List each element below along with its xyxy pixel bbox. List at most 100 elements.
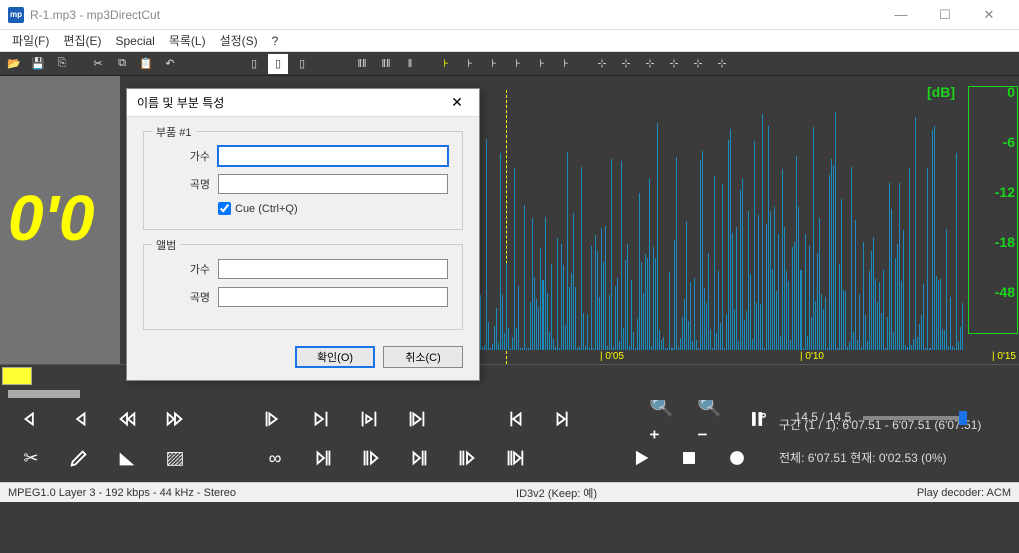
prev-start-button[interactable] [20, 408, 42, 430]
db-tick-1: -6 [995, 134, 1015, 150]
record-button[interactable] [726, 447, 748, 469]
forward-button[interactable] [164, 408, 186, 430]
part-legend: 부품 #1 [152, 124, 196, 140]
menu-file[interactable]: 파일(F) [6, 30, 55, 51]
album-fieldset: 앨범 가수 곡명 [143, 244, 463, 330]
marker2-icon[interactable]: ⊦ [460, 54, 480, 74]
pause-button[interactable] [747, 408, 769, 430]
play-sel1-button[interactable] [312, 447, 334, 469]
toolbar: 📂 💾 ⎘ ✂ ⧉ 📋 ↶ ▯ ▯ ▯ ‖‖ ‖‖ ‖ ⊦ ⊦ ⊦ ⊦ ⊦ ⊦ … [0, 52, 1019, 76]
play-button[interactable] [630, 447, 652, 469]
dialog-close-button[interactable]: ✕ [445, 91, 469, 115]
minimize-button[interactable]: — [879, 0, 923, 30]
gain5-icon[interactable]: ⊹ [688, 54, 708, 74]
ok-button[interactable]: 확인(O) [295, 346, 375, 368]
sel-start-button[interactable] [262, 408, 284, 430]
db-tick-2: -12 [995, 184, 1015, 200]
total-text: 전체: 6'07.51 현재: 0'02.53 (0%) [779, 449, 999, 466]
rewind-button[interactable] [116, 408, 138, 430]
gain3-icon[interactable]: ⊹ [640, 54, 660, 74]
scroll-grip[interactable] [8, 390, 80, 398]
page1-icon[interactable]: ▯ [268, 54, 288, 74]
menu-help[interactable]: ? [266, 32, 285, 50]
time-display: 0'0 [8, 181, 94, 255]
fade-in-button[interactable] [116, 447, 138, 469]
gain2-icon[interactable]: ⊹ [616, 54, 636, 74]
dialog-body: 부품 #1 가수 곡명 Cue (Ctrl+Q) 앨범 가수 곡명 [127, 117, 479, 380]
prev-button[interactable] [68, 408, 90, 430]
sel-end-button[interactable] [406, 408, 428, 430]
fade-out-button[interactable] [164, 447, 186, 469]
page-icon[interactable]: ▯ [244, 54, 264, 74]
marker4-icon[interactable]: ⊦ [508, 54, 528, 74]
save-icon[interactable]: 💾 [28, 54, 48, 74]
open-icon[interactable]: 📂 [4, 54, 24, 74]
status-decoder: Play decoder: ACM [917, 487, 1011, 499]
play-sel3-button[interactable] [408, 447, 430, 469]
wave1-icon[interactable]: ‖‖ [352, 54, 372, 74]
window-title: R-1.mp3 - mp3DirectCut [30, 8, 160, 22]
menu-settings[interactable]: 설정(S) [214, 30, 264, 51]
cut-icon[interactable]: ✂ [88, 54, 108, 74]
part-fieldset: 부품 #1 가수 곡명 Cue (Ctrl+Q) [143, 131, 463, 230]
pause-tb-icon[interactable]: ‖ [400, 54, 420, 74]
album-legend: 앨범 [152, 237, 180, 253]
maximize-button[interactable]: ☐ [923, 0, 967, 30]
marker3-icon[interactable]: ⊦ [484, 54, 504, 74]
db-tick-3: -18 [995, 234, 1015, 250]
stop-button[interactable] [678, 447, 700, 469]
loop-button[interactable]: ∞ [264, 447, 286, 469]
gain1-icon[interactable]: ⊹ [592, 54, 612, 74]
marker6-icon[interactable]: ⊦ [556, 54, 576, 74]
paste-icon[interactable]: 📋 [136, 54, 156, 74]
marker1-icon[interactable]: ⊦ [436, 54, 456, 74]
sel-play-button[interactable] [358, 408, 380, 430]
tick-0: | 0'05 [600, 351, 624, 362]
gain6-icon[interactable]: ⊹ [712, 54, 732, 74]
zoom-in-button[interactable]: 🔍₊ [651, 408, 673, 430]
tick-1: | 0'10 [800, 351, 824, 362]
menu-list[interactable]: 목록(L) [163, 30, 212, 51]
db-tick-4: -48 [995, 284, 1015, 300]
db-scale: 0 -6 -12 -18 -48 [995, 84, 1015, 334]
page2-icon[interactable]: ▯ [292, 54, 312, 74]
album-artist-input[interactable] [218, 259, 448, 279]
part-artist-input[interactable] [218, 146, 448, 166]
undo-icon[interactable]: ↶ [160, 54, 180, 74]
dialog-title-bar[interactable]: 이름 및 부분 특성 ✕ [127, 89, 479, 117]
window-controls: — ☐ ✕ [879, 0, 1011, 30]
tick-2: | 0'15 [992, 351, 1016, 362]
save-as-icon[interactable]: ⎘ [52, 54, 72, 74]
name-properties-dialog: 이름 및 부분 특성 ✕ 부품 #1 가수 곡명 Cue (Ctrl+Q) 앨범… [126, 88, 480, 381]
cut-button[interactable]: ✂ [20, 447, 42, 469]
album-title-input[interactable] [218, 287, 448, 307]
play-sel2-button[interactable] [360, 447, 382, 469]
menu-special[interactable]: Special [109, 32, 160, 50]
skip-back-button[interactable] [504, 408, 526, 430]
copy-icon[interactable]: ⧉ [112, 54, 132, 74]
controls-panel: 🔍₊ 🔍₋ 14.5 / 14.5 ✂ ∞ 구간 (1 / 1): 6'07.5… [0, 400, 1019, 482]
sel-next-button[interactable] [310, 408, 332, 430]
wave2-icon[interactable]: ‖‖ [376, 54, 396, 74]
zoom-out-button[interactable]: 🔍₋ [699, 408, 721, 430]
status-bar: MPEG1.0 Layer 3 - 192 kbps - 44 kHz - St… [0, 482, 1019, 502]
cue-label: Cue (Ctrl+Q) [235, 203, 298, 215]
play-sel5-button[interactable] [504, 447, 526, 469]
cancel-button[interactable]: 취소(C) [383, 346, 463, 368]
skip-fwd-button[interactable] [552, 408, 574, 430]
title-bar: mp R-1.mp3 - mp3DirectCut — ☐ ✕ [0, 0, 1019, 30]
marker5-icon[interactable]: ⊦ [532, 54, 552, 74]
volume-slider[interactable] [863, 416, 963, 420]
play-sel4-button[interactable] [456, 447, 478, 469]
close-button[interactable]: ✕ [967, 0, 1011, 30]
cue-checkbox[interactable] [218, 202, 231, 215]
selection-indicator[interactable] [2, 367, 32, 385]
title-label-1: 곡명 [158, 176, 210, 192]
part-title-input[interactable] [218, 174, 448, 194]
edit-button[interactable] [68, 447, 90, 469]
title-label-2: 곡명 [158, 289, 210, 305]
menu-edit[interactable]: 편집(E) [57, 30, 107, 51]
menu-bar: 파일(F) 편집(E) Special 목록(L) 설정(S) ? [0, 30, 1019, 52]
transport-row-2: ✂ ∞ 구간 (1 / 1): 6'07.51 - 6'07.51 (6'07.… [20, 446, 999, 470]
gain4-icon[interactable]: ⊹ [664, 54, 684, 74]
